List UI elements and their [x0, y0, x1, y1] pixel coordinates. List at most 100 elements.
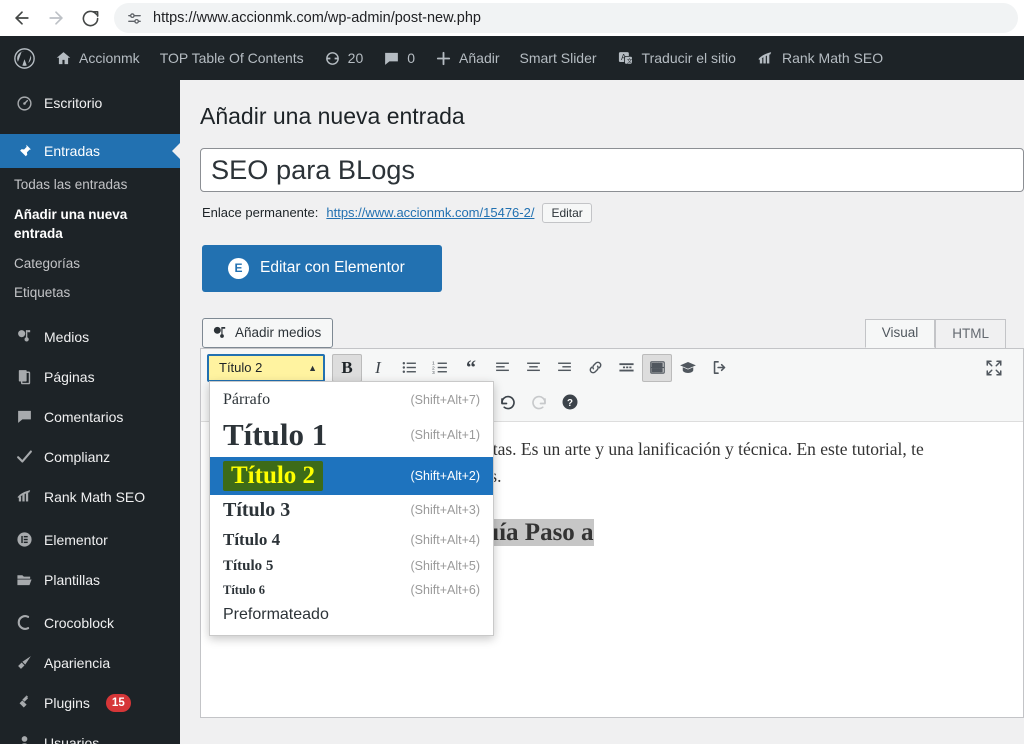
sidebar-item-escritorio[interactable]: Escritorio [0, 86, 180, 120]
permalink-edit-button[interactable]: Editar [542, 202, 592, 223]
brush-icon [14, 654, 34, 671]
sidebar-label-plantillas: Plantillas [44, 571, 101, 588]
blockquote-button[interactable]: “ [456, 354, 486, 382]
sidebar-subitem-anadir-nueva-entrada[interactable]: Añadir una nueva entrada [0, 200, 180, 249]
sidebar-item-comentarios[interactable]: Comentarios [0, 400, 180, 434]
sidebar-item-rank-math-seo[interactable]: Rank Math SEO [0, 480, 180, 514]
adminbar-toc-label: TOP Table Of Contents [159, 50, 304, 66]
format-option-titulo-5[interactable]: Título 5 (Shift+Alt+5) [210, 554, 493, 579]
sidebar-item-elementor[interactable]: Elementor [0, 523, 180, 557]
edit-with-elementor-button[interactable]: E Editar con Elementor [202, 244, 442, 292]
format-option-shortcut: (Shift+Alt+6) [410, 583, 480, 598]
adminbar-item-new[interactable]: Añadir [425, 36, 509, 80]
format-option-titulo-3[interactable]: Título 3 (Shift+Alt+3) [210, 495, 493, 526]
italic-button[interactable]: I [363, 354, 393, 382]
insert-link-button[interactable] [580, 354, 610, 382]
exit-button[interactable] [704, 354, 734, 382]
sidebar-item-apariencia[interactable]: Apariencia [0, 646, 180, 680]
redo-button[interactable] [524, 388, 554, 416]
svg-text:3: 3 [432, 370, 435, 376]
bulleted-list-button[interactable] [394, 354, 424, 382]
permalink-label: Enlace permanente: [202, 205, 319, 221]
sidebar-item-plugins[interactable]: Plugins 15 [0, 686, 180, 720]
format-option-preformateado[interactable]: Preformateado [210, 602, 493, 628]
format-select-dropdown[interactable]: Título 2 ▲ [207, 353, 325, 382]
align-right-button[interactable] [549, 354, 579, 382]
read-more-button[interactable] [611, 354, 641, 382]
add-media-label: Añadir medios [235, 325, 322, 341]
site-settings-icon[interactable] [126, 10, 143, 27]
format-dropdown-menu: Párrafo (Shift+Alt+7) Título 1 (Shift+Al… [209, 380, 494, 636]
format-option-titulo-1[interactable]: Título 1 (Shift+Alt+1) [210, 413, 493, 457]
keyboard-help-button[interactable]: ? [555, 388, 585, 416]
dashboard-icon [14, 95, 34, 112]
adminbar-new-label: Añadir [459, 50, 500, 66]
adminbar-item-toc[interactable]: TOP Table Of Contents [150, 36, 314, 80]
align-left-button[interactable] [487, 354, 517, 382]
graduation-hat-button[interactable] [673, 354, 703, 382]
format-option-label: Título 6 [223, 582, 266, 597]
sidebar-label-medios: Medios [44, 328, 90, 345]
back-arrow-icon[interactable] [6, 2, 38, 34]
numbered-list-button[interactable]: 123 [425, 354, 455, 382]
rankmath-icon [14, 488, 34, 505]
sidebar-item-complianz[interactable]: Complianz [0, 440, 180, 474]
plug-icon [14, 694, 34, 711]
adminbar-site-label: Accionmk [79, 50, 140, 66]
post-title-input[interactable] [200, 147, 1024, 192]
svg-text:?: ? [567, 398, 573, 409]
sidebar-divider [0, 514, 180, 523]
format-option-titulo-2[interactable]: Título 2 (Shift+Alt+2) [210, 456, 493, 495]
add-media-icon [212, 325, 228, 341]
adminbar-smartslider-label: Smart Slider [519, 50, 597, 66]
format-option-shortcut: (Shift+Alt+4) [410, 532, 480, 547]
format-option-shortcut: (Shift+Alt+1) [410, 427, 480, 442]
format-option-titulo-4[interactable]: Título 4 (Shift+Alt+4) [210, 526, 493, 554]
adminbar-item-smartslider[interactable]: Smart Slider [510, 36, 607, 80]
adminbar-item-translate[interactable]: A文 Traducir el sitio [607, 36, 746, 80]
wordpress-logo-icon[interactable] [0, 36, 45, 80]
sidebar-subitem-etiquetas[interactable]: Etiquetas [0, 278, 180, 308]
adminbar-item-site[interactable]: Accionmk [45, 36, 150, 80]
sidebar-item-entradas[interactable]: Entradas [0, 134, 180, 168]
sidebar-item-plantillas[interactable]: Plantillas [0, 563, 180, 597]
sidebar-item-crocoblock[interactable]: Crocoblock [0, 606, 180, 640]
sidebar-subitem-categorias[interactable]: Categorías [0, 249, 180, 279]
url-bar[interactable]: https://www.accionmk.com/wp-admin/post-n… [114, 3, 1018, 33]
undo-button[interactable] [493, 388, 523, 416]
caret-up-icon: ▲ [308, 362, 317, 373]
format-option-titulo-6[interactable]: Título 6 (Shift+Alt+6) [210, 579, 493, 602]
comment-icon [14, 408, 34, 425]
media-icon [14, 328, 34, 345]
elementor-icon [14, 531, 34, 548]
sidebar-item-paginas[interactable]: Páginas [0, 360, 180, 394]
tinymce-editor: Título 2 ▲ B I 123 “ ? Es un arte y una … [200, 347, 1024, 718]
bold-button[interactable]: B [332, 353, 362, 382]
reload-icon[interactable] [74, 2, 106, 34]
adminbar-comments-count: 0 [407, 50, 416, 66]
tab-html[interactable]: HTML [935, 319, 1006, 348]
align-center-button[interactable] [518, 354, 548, 382]
pin-icon [14, 143, 34, 160]
fullscreen-icon[interactable] [979, 354, 1009, 382]
sidebar-label-escritorio: Escritorio [44, 95, 103, 111]
sidebar-item-medios[interactable]: Medios [0, 320, 180, 354]
format-option-label: Título 4 [223, 529, 281, 549]
add-media-button[interactable]: Añadir medios [202, 317, 334, 348]
sidebar-item-usuarios[interactable]: Usuarios [0, 726, 180, 744]
sidebar-label-elementor: Elementor [44, 531, 108, 548]
adminbar-item-updates[interactable]: 20 [314, 36, 374, 80]
main-content: Añadir una nueva entrada Enlace permanen… [180, 80, 1024, 744]
adminbar-item-rankmath[interactable]: Rank Math SEO [746, 36, 893, 80]
format-option-shortcut: (Shift+Alt+2) [410, 468, 480, 483]
sidebar-subitem-todas-las-entradas[interactable]: Todas las entradas [0, 170, 180, 200]
tab-visual[interactable]: Visual [864, 319, 936, 348]
format-option-parrafo[interactable]: Párrafo (Shift+Alt+7) [210, 387, 493, 413]
editor-wrapper: Añadir medios Visual HTML Título 2 ▲ B I… [200, 317, 1024, 718]
url-text: https://www.accionmk.com/wp-admin/post-n… [153, 10, 481, 26]
forward-arrow-icon[interactable] [40, 2, 72, 34]
toolbar-toggle-button[interactable] [642, 353, 672, 382]
permalink-link[interactable]: https://www.accionmk.com/15476-2/ [326, 205, 534, 220]
sidebar-label-entradas: Entradas [44, 143, 101, 159]
adminbar-item-comments[interactable]: 0 [373, 36, 425, 80]
